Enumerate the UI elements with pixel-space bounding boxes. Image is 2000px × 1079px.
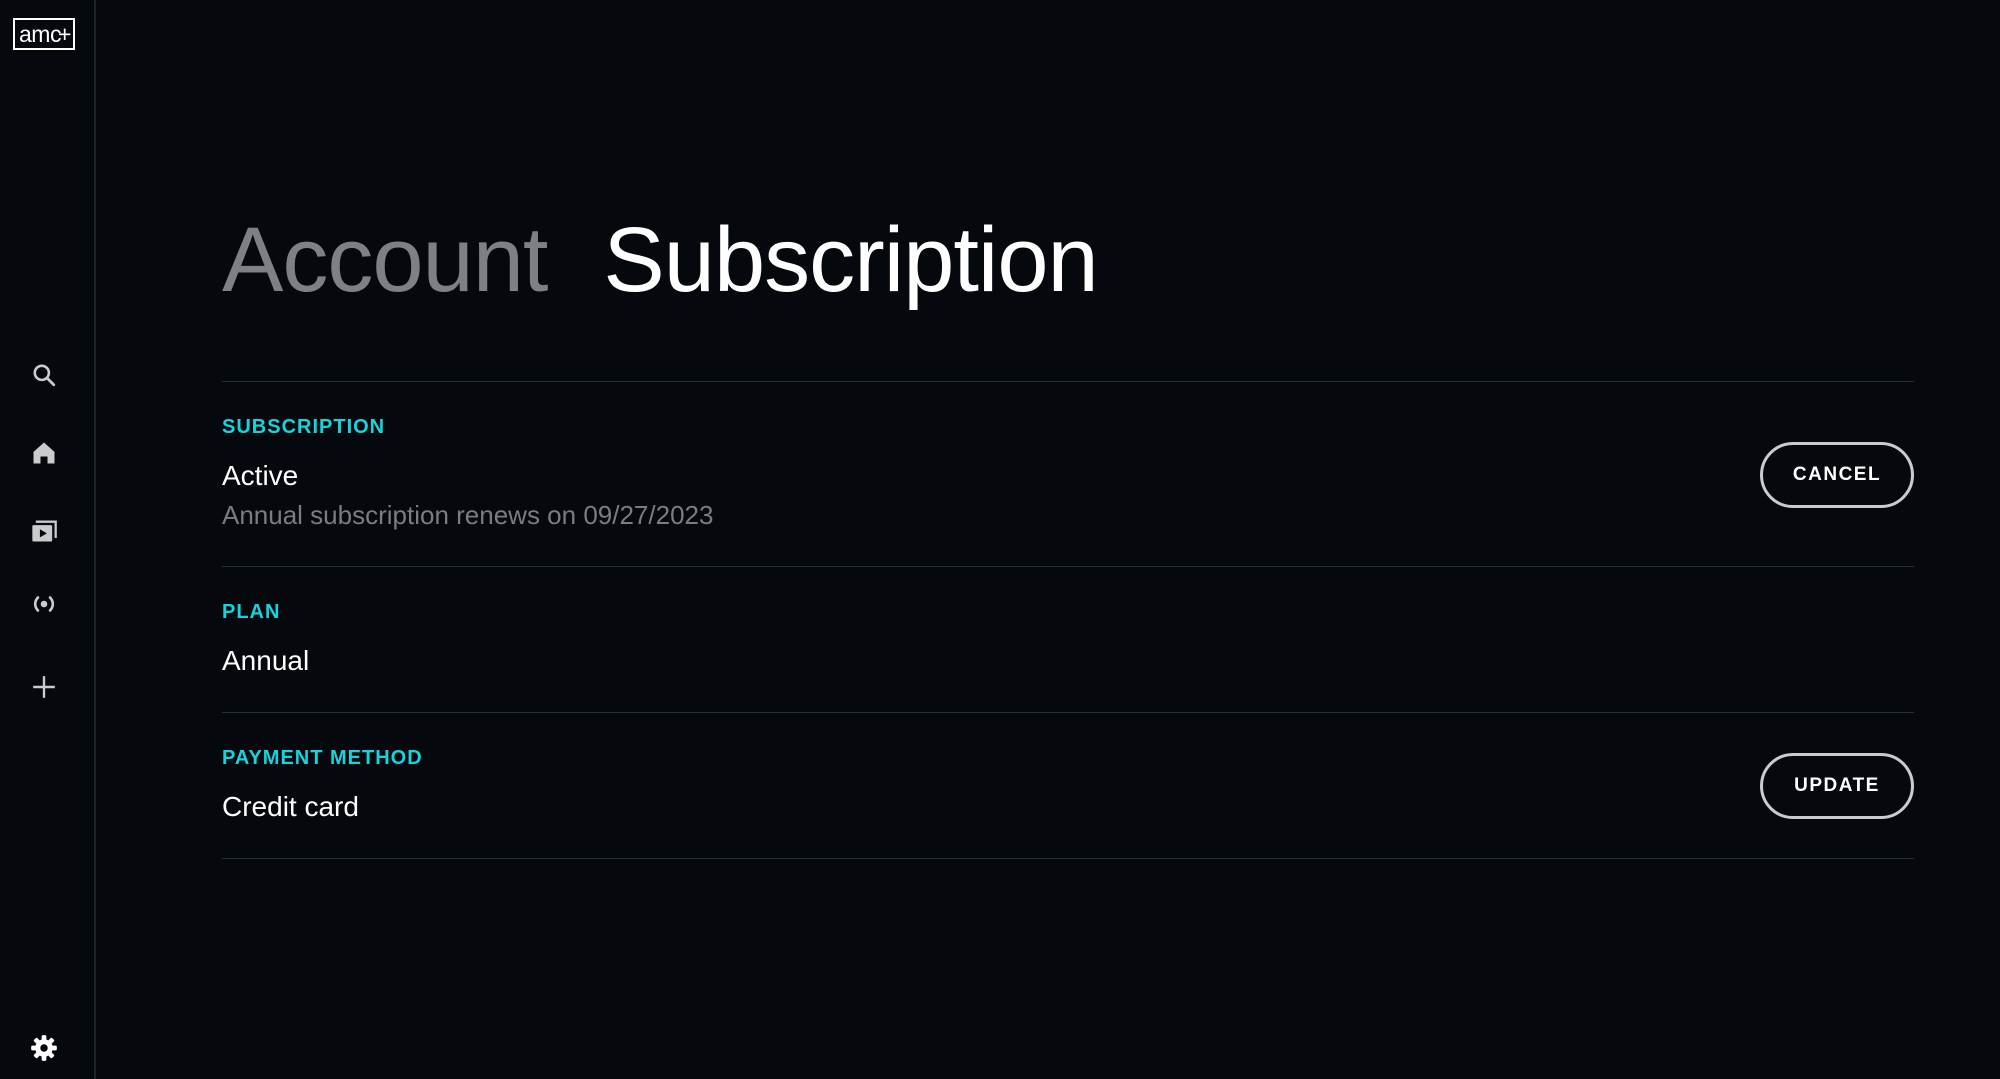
gear-icon[interactable] bbox=[24, 1028, 64, 1068]
cancel-button[interactable]: CANCEL bbox=[1760, 442, 1914, 508]
plus-icon[interactable] bbox=[24, 667, 64, 707]
amc-plus-logo[interactable]: amc+ bbox=[13, 18, 75, 50]
main-content: Account Subscription SUBSCRIPTION Active… bbox=[222, 0, 1914, 1079]
subscription-renewal-text: Annual subscription renews on 09/27/2023 bbox=[222, 500, 714, 530]
divider bbox=[222, 566, 1914, 567]
media-library-icon[interactable] bbox=[24, 511, 64, 551]
logo-plus: + bbox=[57, 21, 71, 47]
broadcast-icon[interactable] bbox=[24, 584, 64, 624]
update-button[interactable]: UPDATE bbox=[1760, 753, 1914, 819]
tab-account[interactable]: Account bbox=[222, 205, 548, 315]
payment-method-section-label: PAYMENT METHOD bbox=[222, 747, 423, 769]
home-icon[interactable] bbox=[24, 433, 64, 473]
search-icon[interactable] bbox=[24, 355, 64, 395]
divider bbox=[222, 858, 1914, 859]
subscription-status: Active bbox=[222, 460, 299, 491]
account-tabs: Account Subscription bbox=[222, 205, 1099, 315]
tab-subscription[interactable]: Subscription bbox=[603, 205, 1098, 315]
subscription-section-label: SUBSCRIPTION bbox=[222, 416, 386, 438]
payment-method-value: Credit card bbox=[222, 791, 359, 822]
logo-text: amc bbox=[19, 21, 61, 47]
plan-section-label: PLAN bbox=[222, 601, 281, 623]
sidebar: amc+ bbox=[0, 0, 96, 1079]
divider bbox=[222, 381, 1914, 382]
divider bbox=[222, 712, 1914, 713]
plan-value: Annual bbox=[222, 645, 310, 676]
